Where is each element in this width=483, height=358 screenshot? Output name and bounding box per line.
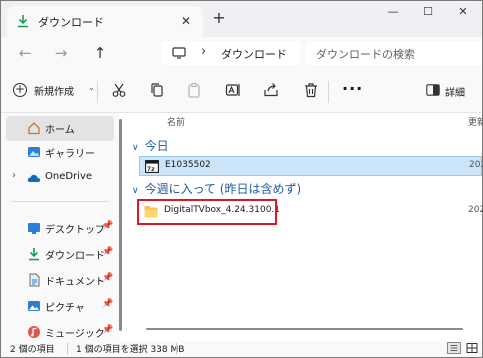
navigation-pane: ホーム ギャラリー › OneDrive デスクトップ 📌 ダウンロード 📌 ド… xyxy=(1,113,119,341)
chevron-down-icon: ⌄ xyxy=(88,83,95,92)
music-icon xyxy=(28,326,40,338)
back-button[interactable]: ← xyxy=(14,43,36,63)
desktop-folder-icon xyxy=(28,223,40,234)
file-name: E1035502 xyxy=(165,160,211,170)
sidebar-item-documents[interactable]: ドキュメント 📌 xyxy=(6,268,114,293)
sidebar-item-label: デスクトップ xyxy=(45,225,105,236)
pictures-icon xyxy=(28,301,40,311)
copy-icon[interactable] xyxy=(149,82,165,98)
pin-icon: 📌 xyxy=(102,247,114,257)
close-tab-icon[interactable]: ✕ xyxy=(179,14,193,28)
details-view-icon[interactable] xyxy=(447,342,461,354)
file-modified: 202 xyxy=(469,160,483,170)
column-header-modified[interactable]: 更新 xyxy=(468,115,483,128)
address-bar[interactable]: › ダウンロード xyxy=(161,41,300,65)
home-icon xyxy=(28,122,40,135)
sidebar-item-label: ドキュメント xyxy=(45,277,105,288)
new-label: 新規作成 xyxy=(34,87,74,98)
sidebar-item-label: ギャラリー xyxy=(45,149,95,160)
share-icon[interactable] xyxy=(263,82,279,98)
forward-button[interactable]: → xyxy=(50,43,72,63)
paste-icon xyxy=(188,82,200,98)
pin-icon: 📌 xyxy=(102,299,114,309)
pin-icon: 📌 xyxy=(102,221,114,231)
pin-icon: 📌 xyxy=(102,325,114,335)
zip-icon: 7z xyxy=(145,160,159,173)
cut-icon[interactable] xyxy=(111,82,127,98)
group-title: 今日 xyxy=(144,139,169,153)
documents-icon xyxy=(29,273,40,287)
file-explorer-window: ダウンロード ✕ + — ☐ ✕ ← → ↑ › ダウンロード ダウンロードの検… xyxy=(0,0,483,358)
sidebar-item-gallery[interactable]: ギャラリー xyxy=(6,140,114,165)
sidebar-item-label: ダウンロード xyxy=(45,251,105,262)
command-separator xyxy=(97,81,98,103)
file-modified: 202 xyxy=(468,205,483,215)
tab-title: ダウンロード xyxy=(38,16,104,29)
tab-strip: ダウンロード ✕ + — ☐ ✕ xyxy=(1,1,482,37)
sidebar-item-label: ミュージック xyxy=(45,329,105,340)
sidebar-item-label: OneDrive xyxy=(45,171,93,182)
sidebar-item-home[interactable]: ホーム xyxy=(6,116,114,141)
more-options-button[interactable]: ··· xyxy=(342,79,363,98)
delete-icon[interactable] xyxy=(303,82,319,98)
sidebar-scrollbar[interactable] xyxy=(119,119,122,331)
tab-downloads[interactable]: ダウンロード ✕ xyxy=(7,6,203,37)
file-list: 名前 更新 ∨ 今日 7z E1035502 202 ∨ 今週に入って (昨日は含め… xyxy=(127,113,483,341)
sidebar-divider xyxy=(11,201,109,202)
group-title: 今週に入って (昨日は含めず) xyxy=(144,182,302,196)
pin-icon: 📌 xyxy=(102,273,114,283)
highlight-annotation xyxy=(137,199,277,225)
status-selection: 1 個の項目を選択 338 MB xyxy=(76,345,185,355)
search-input[interactable]: ダウンロードの検索 xyxy=(306,41,482,65)
sidebar-item-label: ホーム xyxy=(45,125,75,136)
minimize-button[interactable]: — xyxy=(375,5,411,23)
download-icon xyxy=(29,248,39,261)
sidebar-item-onedrive[interactable]: › OneDrive xyxy=(6,166,114,191)
breadcrumb-separator: › xyxy=(201,44,207,59)
this-pc-icon xyxy=(172,47,186,59)
status-bar: 2 個の項目 1 個の項目を選択 338 MB xyxy=(1,341,482,357)
chevron-down-icon: ∨ xyxy=(132,143,139,153)
status-item-count: 2 個の項目 xyxy=(10,345,55,355)
breadcrumb-downloads[interactable]: ダウンロード xyxy=(221,46,287,62)
rename-icon[interactable] xyxy=(225,82,241,98)
gallery-icon xyxy=(28,147,40,157)
horizontal-scrollbar[interactable] xyxy=(146,328,463,330)
details-pane-icon xyxy=(426,84,440,96)
sidebar-item-desktop[interactable]: デスクトップ 📌 xyxy=(6,216,114,241)
sidebar-item-label: ピクチャ xyxy=(45,303,85,314)
svg-text:7z: 7z xyxy=(147,165,155,173)
command-bar: + 新規作成 ⌄ ··· 詳細 xyxy=(1,69,482,113)
status-separator xyxy=(176,343,177,354)
address-row: ← → ↑ › ダウンロード ダウンロードの検索 xyxy=(1,37,482,69)
new-tab-button[interactable]: + xyxy=(210,10,228,28)
column-header-name[interactable]: 名前 xyxy=(167,115,185,128)
status-separator xyxy=(67,343,68,354)
group-header-this-week[interactable]: ∨ 今週に入って (昨日は含めず) xyxy=(132,180,301,197)
sidebar-item-downloads[interactable]: ダウンロード 📌 xyxy=(6,242,114,267)
search-placeholder: ダウンロードの検索 xyxy=(316,48,415,61)
close-window-button[interactable]: ✕ xyxy=(445,5,481,23)
download-icon xyxy=(18,15,28,28)
file-row[interactable]: 7z E1035502 202 xyxy=(139,156,483,176)
group-header-today[interactable]: ∨ 今日 xyxy=(132,137,169,154)
onedrive-icon xyxy=(27,174,41,182)
command-separator xyxy=(328,81,329,103)
chevron-right-icon[interactable]: › xyxy=(12,170,16,181)
details-label: 詳細 xyxy=(445,88,465,99)
maximize-button[interactable]: ☐ xyxy=(410,5,446,23)
plus-icon: + xyxy=(13,82,27,97)
up-button[interactable]: ↑ xyxy=(89,43,111,63)
sidebar-item-pictures[interactable]: ピクチャ 📌 xyxy=(6,294,114,319)
tiles-view-icon[interactable] xyxy=(465,342,479,354)
chevron-down-icon: ∨ xyxy=(132,186,139,196)
